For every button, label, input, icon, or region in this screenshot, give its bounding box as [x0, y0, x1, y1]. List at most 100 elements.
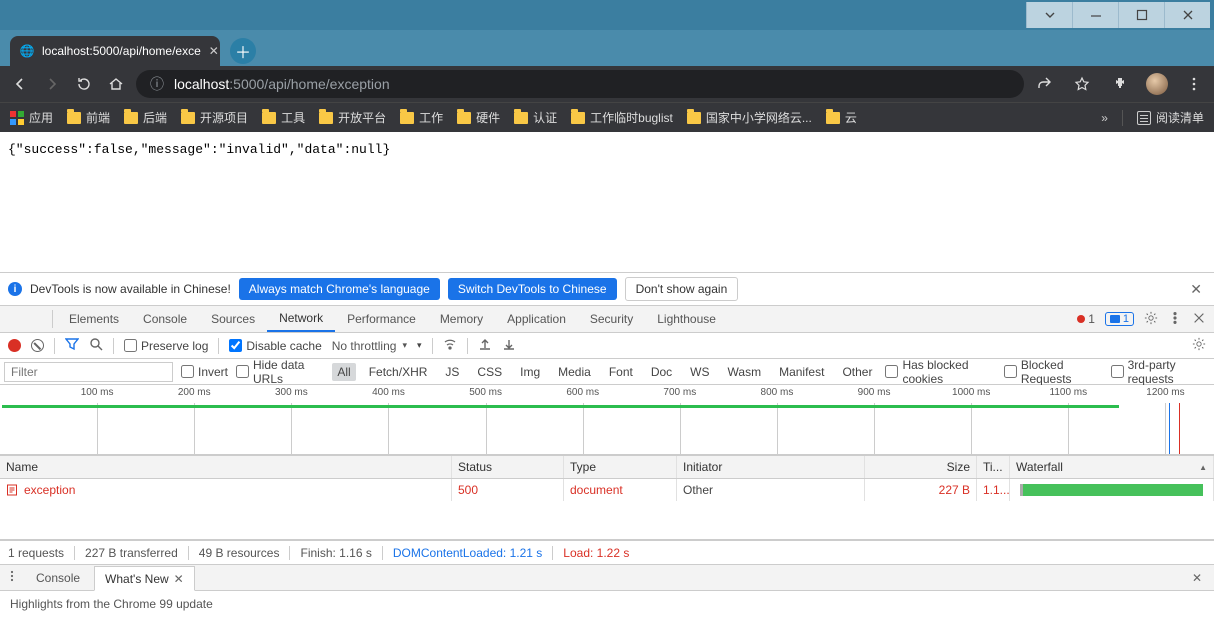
bookmark-folder[interactable]: 硬件 — [457, 109, 500, 126]
bookmark-folder[interactable]: 工作临时buglist — [571, 109, 673, 126]
col-initiator[interactable]: Initiator — [677, 456, 865, 478]
preserve-log-checkbox[interactable]: Preserve log — [124, 339, 208, 353]
export-har-icon[interactable] — [502, 337, 516, 354]
filter-input[interactable] — [4, 362, 173, 382]
banner-dont-show-button[interactable]: Don't show again — [625, 277, 739, 301]
devtools-settings-icon[interactable] — [1144, 311, 1158, 328]
address-bar[interactable]: ⓘ localhost:5000/api/home/exception — [136, 70, 1024, 98]
inspect-element-icon[interactable] — [0, 306, 24, 332]
tab-elements[interactable]: Elements — [57, 306, 131, 332]
tab-performance[interactable]: Performance — [335, 306, 428, 332]
bookmark-folder[interactable]: 云 — [826, 109, 857, 126]
extensions-icon[interactable] — [1108, 72, 1132, 96]
col-size[interactable]: Size — [865, 456, 977, 478]
filter-type-ws[interactable]: WS — [685, 363, 714, 381]
filter-toggle-icon[interactable] — [65, 337, 79, 354]
clear-button[interactable] — [31, 339, 44, 352]
tab-memory[interactable]: Memory — [428, 306, 495, 332]
win-dropdown-button[interactable] — [1026, 2, 1072, 28]
nav-reload-button[interactable] — [72, 72, 96, 96]
bookmark-folder[interactable]: 后端 — [124, 109, 167, 126]
record-button[interactable] — [8, 339, 21, 352]
waterfall-bar — [1020, 484, 1203, 496]
banner-match-button[interactable]: Always match Chrome's language — [239, 278, 440, 300]
bookmark-folder[interactable]: 认证 — [514, 109, 557, 126]
network-settings-icon[interactable] — [1192, 337, 1206, 354]
status-requests: 1 requests — [8, 546, 64, 560]
filter-type-img[interactable]: Img — [515, 363, 545, 381]
bookmark-folder[interactable]: 前端 — [67, 109, 110, 126]
banner-switch-button[interactable]: Switch DevTools to Chinese — [448, 278, 617, 300]
bookmark-folder[interactable]: 工具 — [262, 109, 305, 126]
tab-application[interactable]: Application — [495, 306, 578, 332]
win-close-button[interactable] — [1164, 2, 1210, 28]
invert-checkbox[interactable]: Invert — [181, 365, 228, 379]
drawer-menu-icon[interactable] — [6, 570, 18, 585]
tab-security[interactable]: Security — [578, 306, 645, 332]
drawer-tab-console[interactable]: Console — [26, 565, 90, 590]
share-icon[interactable] — [1032, 72, 1056, 96]
drawer-body-text: Highlights from the Chrome 99 update — [0, 590, 1214, 617]
filter-type-font[interactable]: Font — [604, 363, 638, 381]
bookmark-folder[interactable]: 工作 — [400, 109, 443, 126]
filter-type-doc[interactable]: Doc — [646, 363, 677, 381]
issues-badge[interactable]: 1 — [1105, 312, 1134, 326]
col-type[interactable]: Type — [564, 456, 677, 478]
banner-close-button[interactable]: ✕ — [1186, 281, 1206, 298]
bookmark-folder[interactable]: 开源项目 — [181, 109, 248, 126]
reading-list-button[interactable]: 阅读清单 — [1137, 109, 1204, 126]
filter-type-all[interactable]: All — [332, 363, 355, 381]
site-info-icon[interactable]: ⓘ — [150, 74, 164, 94]
nav-home-button[interactable] — [104, 72, 128, 96]
filter-type-manifest[interactable]: Manifest — [774, 363, 829, 381]
disable-cache-checkbox[interactable]: Disable cache — [229, 339, 321, 353]
status-transferred: 227 B transferred — [85, 546, 178, 560]
filter-type-wasm[interactable]: Wasm — [723, 363, 767, 381]
win-maximize-button[interactable] — [1118, 2, 1164, 28]
win-minimize-button[interactable] — [1072, 2, 1118, 28]
drawer-tab-close-icon[interactable]: ✕ — [174, 572, 184, 586]
tab-console[interactable]: Console — [131, 306, 199, 332]
drawer-close-icon[interactable]: ✕ — [1186, 571, 1208, 585]
col-waterfall[interactable]: Waterfall▲ — [1010, 456, 1214, 478]
chrome-menu-button[interactable] — [1182, 72, 1206, 96]
device-toolbar-icon[interactable] — [24, 306, 48, 332]
bookmark-folder[interactable]: 国家中小学网络云... — [687, 109, 812, 126]
search-icon[interactable] — [89, 337, 103, 354]
network-conditions-icon[interactable] — [443, 337, 457, 354]
blocked-requests-checkbox[interactable]: Blocked Requests — [1004, 358, 1103, 386]
filter-type-js[interactable]: JS — [440, 363, 464, 381]
profile-avatar[interactable] — [1146, 73, 1168, 95]
filter-type-css[interactable]: CSS — [472, 363, 507, 381]
nav-back-button[interactable] — [8, 72, 32, 96]
tab-sources[interactable]: Sources — [199, 306, 267, 332]
third-party-checkbox[interactable]: 3rd-party requests — [1111, 358, 1210, 386]
throttling-select[interactable]: No throttling — [332, 339, 407, 353]
col-time[interactable]: Ti... — [977, 456, 1010, 478]
network-request-row[interactable]: exception 500 document Other 227 B 1.1..… — [0, 479, 1214, 501]
new-tab-button[interactable]: ＋ — [230, 38, 256, 64]
blocked-cookies-checkbox[interactable]: Has blocked cookies — [885, 358, 995, 386]
errors-badge[interactable]: 1 — [1077, 312, 1095, 326]
hide-data-urls-checkbox[interactable]: Hide data URLs — [236, 358, 324, 386]
import-har-icon[interactable] — [478, 337, 492, 354]
throttling-more-icon[interactable]: ▾ — [417, 340, 422, 351]
devtools-menu-icon[interactable] — [1168, 311, 1182, 328]
filter-type-fetchxhr[interactable]: Fetch/XHR — [364, 363, 433, 381]
nav-forward-button[interactable] — [40, 72, 64, 96]
tab-network[interactable]: Network — [267, 306, 335, 332]
bookmark-apps[interactable]: 应用 — [10, 109, 53, 126]
drawer-tab-whatsnew[interactable]: What's New✕ — [94, 566, 195, 591]
filter-type-other[interactable]: Other — [837, 363, 877, 381]
browser-tab[interactable]: 🌐 localhost:5000/api/home/exce ✕ — [10, 36, 220, 66]
bookmarks-overflow-button[interactable]: » — [1101, 111, 1108, 125]
col-status[interactable]: Status — [452, 456, 564, 478]
devtools-close-icon[interactable] — [1192, 311, 1206, 328]
bookmark-star-icon[interactable] — [1070, 72, 1094, 96]
filter-type-media[interactable]: Media — [553, 363, 596, 381]
tab-close-button[interactable]: ✕ — [209, 44, 219, 58]
network-overview[interactable]: 100 ms200 ms300 ms400 ms500 ms600 ms700 … — [0, 385, 1214, 455]
col-name[interactable]: Name — [0, 456, 452, 478]
tab-lighthouse[interactable]: Lighthouse — [645, 306, 728, 332]
bookmark-folder[interactable]: 开放平台 — [319, 109, 386, 126]
